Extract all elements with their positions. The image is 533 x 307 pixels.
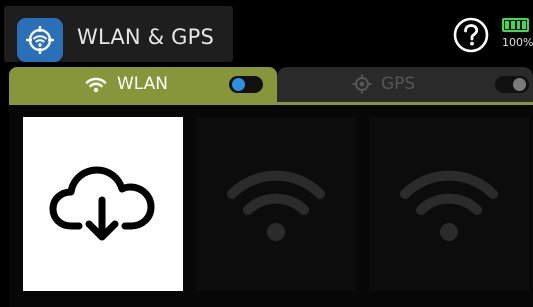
wlan-content-panel xyxy=(9,105,533,307)
wifi-icon xyxy=(85,75,107,93)
wlan-gps-icon[interactable] xyxy=(17,18,63,62)
header: WLAN & GPS 100% xyxy=(0,0,533,68)
battery-indicator: 100% xyxy=(502,18,533,49)
tab-wlan[interactable]: WLAN xyxy=(9,67,277,102)
wifi-icon xyxy=(400,170,498,241)
tab-gps-label: GPS xyxy=(381,74,416,94)
battery-icon xyxy=(502,18,529,32)
cloud-download-tile[interactable] xyxy=(23,117,183,291)
battery-percent: 100% xyxy=(502,36,533,49)
gps-target-icon xyxy=(352,74,372,94)
toggle-knob xyxy=(513,78,526,91)
help-icon[interactable] xyxy=(453,17,489,53)
wifi-tile[interactable] xyxy=(369,117,529,291)
wifi-icon xyxy=(227,170,325,241)
cloud-download-icon xyxy=(49,166,155,241)
wlan-toggle[interactable] xyxy=(229,76,263,93)
wifi-tile[interactable] xyxy=(196,117,356,291)
page-title: WLAN & GPS xyxy=(77,25,215,49)
toggle-knob xyxy=(232,78,245,91)
gps-toggle[interactable] xyxy=(495,76,529,93)
tab-wlan-label: WLAN xyxy=(117,74,169,94)
tab-gps[interactable]: GPS xyxy=(277,67,533,102)
screen: WLAN & GPS 100% WLAN GPS xyxy=(0,0,533,307)
title-bar: WLAN & GPS xyxy=(4,6,233,62)
